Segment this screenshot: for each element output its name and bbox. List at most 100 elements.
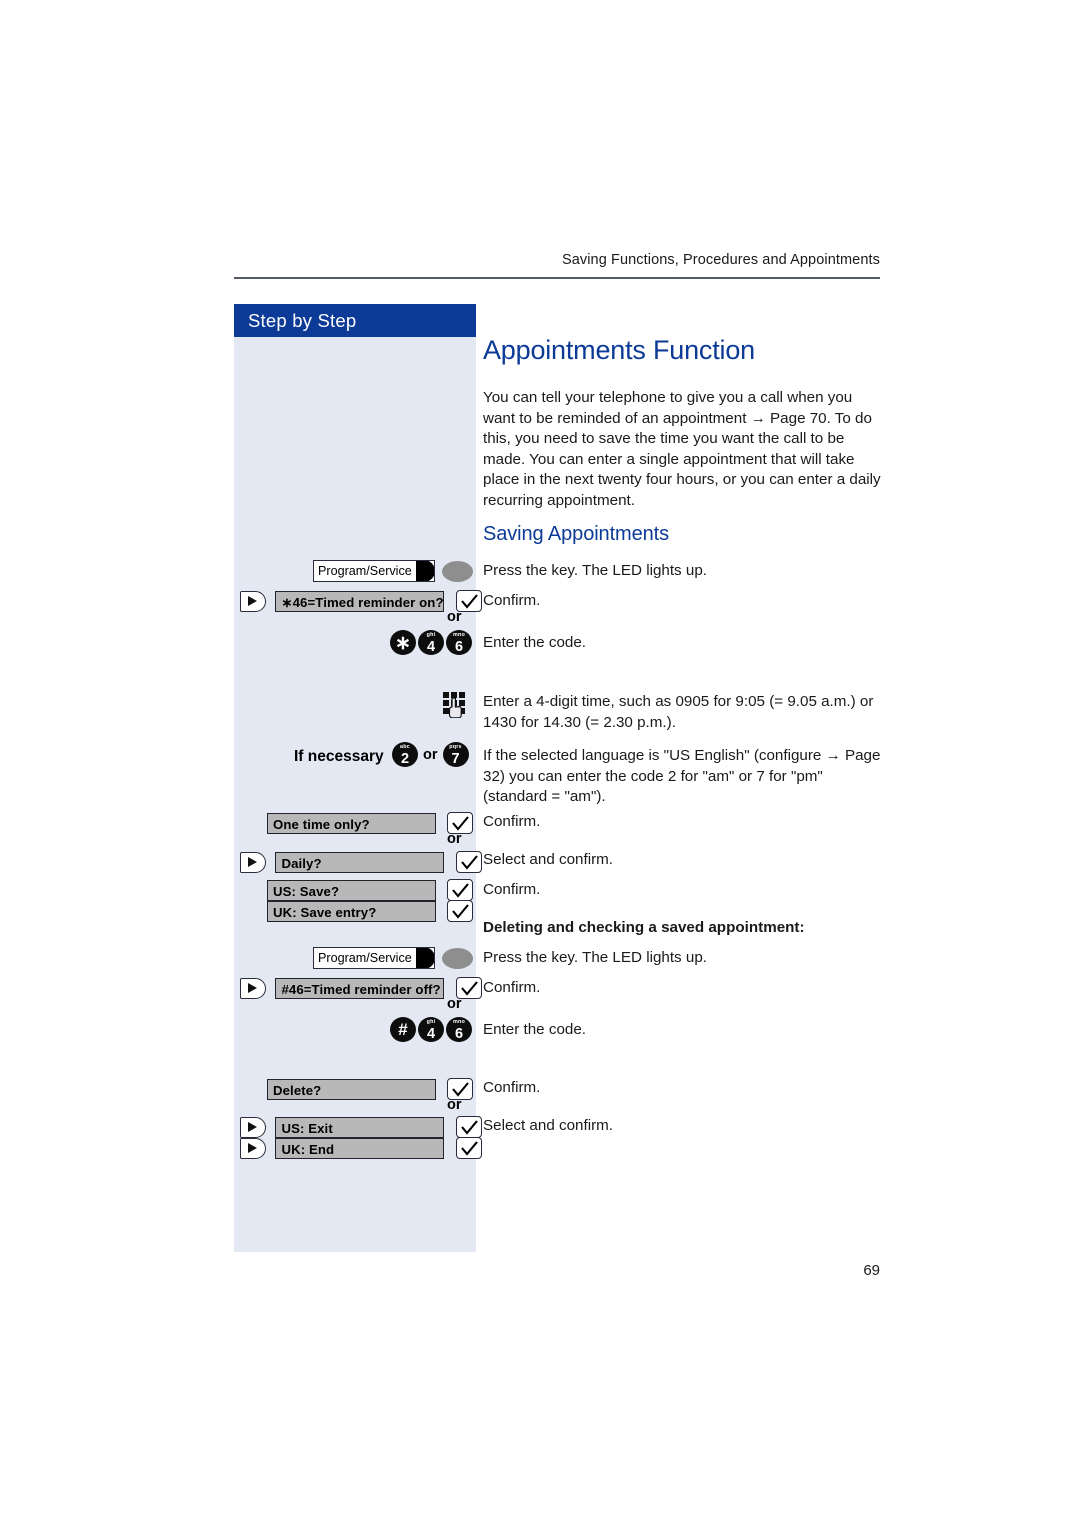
prompt-row-us-exit[interactable]: US: Exit (240, 1116, 482, 1138)
instruction-press-key-2: Press the key. The LED lights up. (483, 949, 707, 966)
key-7-letters: pqrs (449, 743, 462, 750)
step-by-step-sidebar (234, 304, 476, 1252)
key-2[interactable]: abc 2 (392, 742, 418, 767)
if-necessary-label: If necessary (294, 748, 384, 765)
key-2-number: 2 (400, 751, 410, 767)
confirm-ok-key-5[interactable] (447, 900, 474, 922)
confirm-ok-key-9[interactable] (455, 1137, 482, 1159)
checkmark-icon (461, 1120, 478, 1135)
page-title: Appointments Function (483, 335, 755, 365)
instruction-confirm-3: Confirm. (483, 881, 541, 898)
instruction-press-key-1: Press the key. The LED lights up. (483, 562, 707, 579)
program-service-key-row-2[interactable]: Program/Service (313, 947, 473, 969)
key-6-1[interactable]: mno 6 (446, 630, 472, 655)
manual-page: Saving Functions, Procedures and Appoint… (0, 0, 1080, 1528)
instruction-confirm-4: Confirm. (483, 979, 541, 996)
checkmark-icon (461, 981, 478, 996)
sidebar-banner-label: Step by Step (234, 304, 476, 337)
key-4-number: 4 (426, 639, 436, 655)
checkmark-icon (452, 904, 470, 919)
navigation-rocker-icon-5[interactable] (240, 1137, 266, 1159)
navigation-rocker-icon-2[interactable] (240, 851, 266, 873)
keypad-entry-row[interactable] (443, 692, 466, 719)
hash-glyph: # (398, 1020, 408, 1039)
key-4-letters: ghi (426, 631, 436, 638)
prompt-row-delete[interactable]: Delete? (267, 1078, 474, 1100)
display-prompt-uk-save-entry[interactable]: UK: Save entry? (267, 900, 436, 922)
prompt-row-timed-reminder-off[interactable]: #46=Timed reminder off? (240, 977, 482, 999)
program-service-key-2[interactable]: Program/Service (313, 947, 435, 969)
key-star-1[interactable]: ∗ (390, 630, 416, 655)
page-number: 69 (863, 1262, 880, 1279)
key-4-number: 4 (426, 1026, 436, 1042)
program-service-key-1[interactable]: Program/Service (313, 560, 435, 582)
key-6-letters: mno (453, 1018, 465, 1025)
navigation-rocker-icon-4[interactable] (240, 1116, 266, 1138)
or-separator-inline: or (423, 746, 438, 763)
or-separator-2: or (447, 831, 462, 847)
or-separator-1: or (447, 609, 462, 625)
display-prompt-delete[interactable]: Delete? (267, 1078, 436, 1100)
header-divider (234, 277, 880, 279)
or-separator-4: or (447, 1097, 462, 1113)
prompt-star-prefix: ∗ (281, 594, 293, 610)
display-prompt-one-time-only[interactable]: One time only? (267, 812, 436, 834)
prompt-row-uk-save-entry[interactable]: UK: Save entry? (267, 900, 474, 922)
instruction-enter-code-2: Enter the code. (483, 1021, 587, 1038)
instruction-confirm-5: Confirm. (483, 1079, 541, 1096)
instruction-enter-time: Enter a 4-digit time, such as 0905 for 9… (483, 693, 874, 731)
key-7[interactable]: pqrs 7 (442, 742, 469, 767)
prompt-row-daily[interactable]: Daily? (240, 851, 482, 873)
instruction-am-pm-note: If the selected language is "US English"… (483, 747, 881, 806)
prompt-row-uk-end[interactable]: UK: End (240, 1137, 482, 1159)
navigation-rocker-icon-1[interactable] (240, 590, 266, 612)
key-6-letters: mno (453, 631, 465, 638)
display-prompt-us-save[interactable]: US: Save? (267, 879, 436, 901)
instruction-select-confirm-1: Select and confirm. (483, 851, 613, 868)
key-4-2[interactable]: ghi 4 (418, 1017, 444, 1042)
checkmark-icon (452, 883, 470, 898)
key-4-letters: ghi (426, 1018, 436, 1025)
prompt-text: 46=Timed reminder on? (292, 594, 444, 610)
key-6-number: 6 (454, 639, 464, 655)
key-6-number: 6 (454, 1026, 464, 1042)
keypad-code-row-2[interactable]: # ghi 4 mno 6 (390, 1017, 472, 1042)
program-service-key-row-1[interactable]: Program/Service (313, 560, 473, 582)
checkmark-icon (461, 594, 478, 609)
led-indicator-2 (442, 947, 473, 969)
key-4-1[interactable]: ghi 4 (418, 630, 444, 655)
instruction-select-confirm-2: Select and confirm. (483, 1117, 613, 1134)
instruction-enter-code-1: Enter the code. (483, 634, 587, 651)
subheading-deleting-checking: Deleting and checking a saved appointmen… (483, 919, 805, 936)
led-indicator-1 (442, 560, 473, 582)
confirm-ok-key-4[interactable] (447, 879, 474, 901)
checkmark-icon (461, 1141, 478, 1156)
display-prompt-uk-end[interactable]: UK: End (275, 1137, 445, 1159)
confirm-ok-key-3[interactable] (455, 851, 482, 873)
confirm-ok-key-8[interactable] (455, 1116, 482, 1138)
display-prompt-daily[interactable]: Daily? (275, 851, 445, 873)
display-prompt-us-exit[interactable]: US: Exit (275, 1116, 445, 1138)
key-7-number: 7 (451, 751, 460, 767)
prompt-row-one-time-only[interactable]: One time only? (267, 812, 474, 834)
key-2-letters: abc (400, 743, 410, 750)
running-header: Saving Functions, Procedures and Appoint… (561, 252, 880, 268)
key-hash[interactable]: # (390, 1017, 416, 1042)
keypad-ampm-row[interactable]: abc 2 or pqrs 7 (392, 742, 469, 767)
section-title-saving-appointments: Saving Appointments (483, 523, 670, 545)
instruction-confirm-2: Confirm. (483, 813, 541, 830)
checkmark-icon (452, 816, 470, 831)
prompt-row-timed-reminder-on[interactable]: ∗46=Timed reminder on? (240, 590, 482, 612)
star-glyph: ∗ (395, 633, 411, 654)
intro-paragraph: You can tell your telephone to give you … (483, 389, 881, 509)
display-prompt-timed-reminder-off[interactable]: #46=Timed reminder off? (275, 977, 445, 999)
key-6-2[interactable]: mno 6 (446, 1017, 472, 1042)
navigation-rocker-icon-3[interactable] (240, 977, 266, 999)
keypad-code-row-1[interactable]: ∗ ghi 4 mno 6 (390, 630, 472, 655)
keypad-icon[interactable] (443, 692, 466, 719)
checkmark-icon (452, 1082, 470, 1097)
prompt-row-us-save[interactable]: US: Save? (267, 879, 474, 901)
or-separator-3: or (447, 996, 462, 1012)
display-prompt-timed-reminder-on[interactable]: ∗46=Timed reminder on? (275, 590, 445, 612)
instruction-confirm-1: Confirm. (483, 592, 541, 609)
